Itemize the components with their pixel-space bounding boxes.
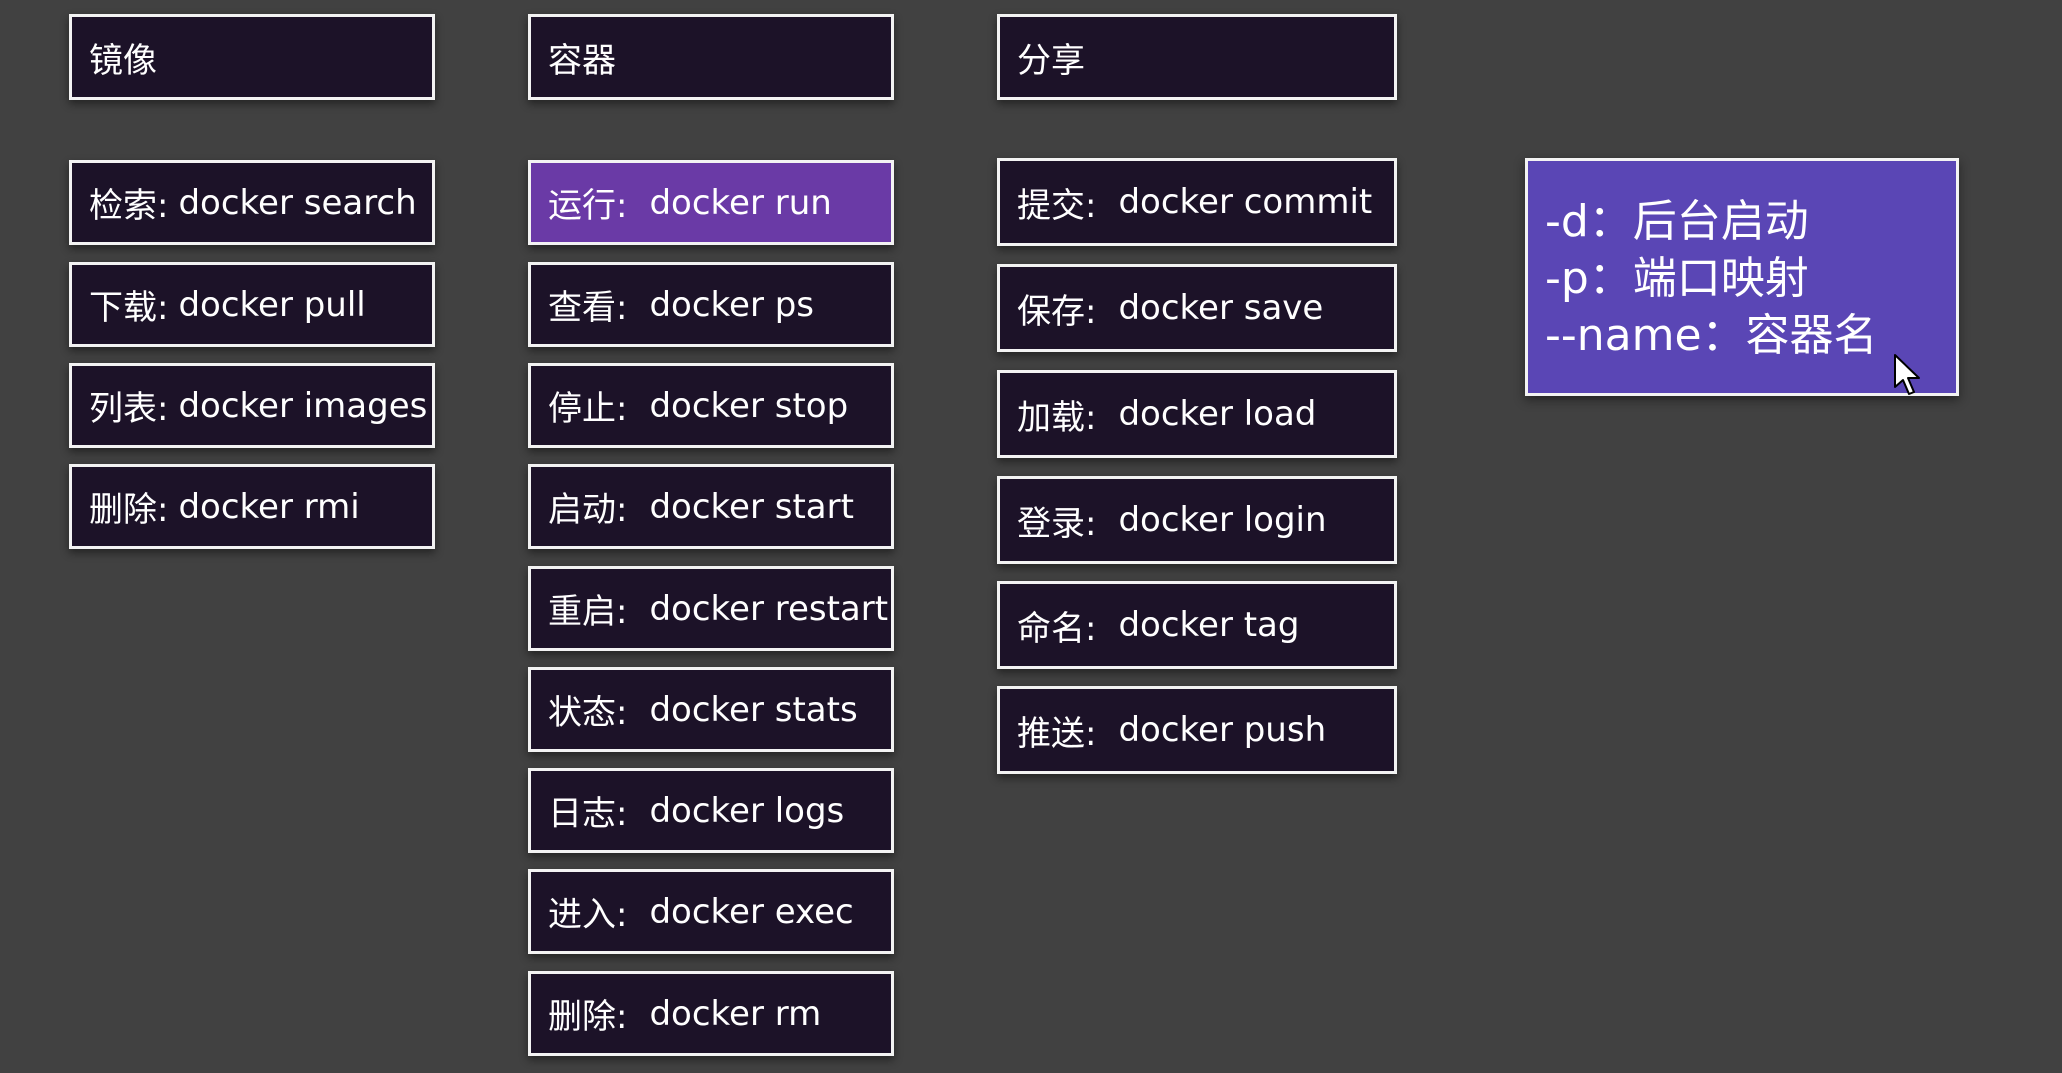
item-label: 运行: bbox=[548, 186, 628, 226]
image-column-header: 镜像 bbox=[69, 14, 435, 100]
note-line-port: -p：端口映射 bbox=[1545, 253, 1809, 304]
item-label: 保存: bbox=[1017, 291, 1097, 332]
container-stop-item[interactable]: 停止: docker stop bbox=[528, 363, 894, 448]
item-label: 删除: bbox=[548, 997, 628, 1037]
container-run-item[interactable]: 运行: docker run bbox=[528, 160, 894, 245]
note-line-detach: -d：后台启动 bbox=[1545, 196, 1809, 247]
item-command: docker stop bbox=[649, 385, 849, 426]
item-label: 日志: bbox=[548, 794, 628, 834]
container-column-header: 容器 bbox=[528, 14, 894, 100]
item-label: 列表: bbox=[89, 389, 169, 429]
item-command: docker push bbox=[1118, 710, 1327, 750]
share-load-item[interactable]: 加载: docker load bbox=[997, 370, 1397, 458]
share-save-item[interactable]: 保存: docker save bbox=[997, 264, 1397, 352]
item-label: 下载: bbox=[89, 288, 169, 328]
share-push-item[interactable]: 推送: docker push bbox=[997, 686, 1397, 774]
item-command: docker tag bbox=[1118, 605, 1300, 645]
item-label: 启动: bbox=[548, 490, 628, 530]
mouse-pointer-icon bbox=[1894, 354, 1920, 395]
item-command: docker load bbox=[1118, 394, 1317, 434]
item-command: docker ps bbox=[649, 284, 815, 325]
item-label: 查看: bbox=[548, 288, 628, 328]
item-label: 停止: bbox=[548, 389, 628, 429]
item-command: docker rmi bbox=[178, 486, 360, 527]
item-command: docker rm bbox=[649, 993, 822, 1034]
image-search-item[interactable]: 检索: docker search bbox=[69, 160, 435, 245]
item-command: docker pull bbox=[178, 284, 366, 325]
container-remove-item[interactable]: 删除: docker rm bbox=[528, 971, 894, 1056]
item-command: docker save bbox=[1118, 288, 1324, 328]
item-command: docker commit bbox=[1118, 182, 1373, 222]
item-command: docker search bbox=[178, 182, 417, 223]
item-command: docker start bbox=[649, 486, 854, 527]
item-label: 状态: bbox=[548, 693, 628, 733]
item-label: 提交: bbox=[1017, 185, 1097, 226]
share-commit-item[interactable]: 提交: docker commit bbox=[997, 158, 1397, 246]
item-label: 重启: bbox=[548, 592, 628, 632]
item-command: docker restart bbox=[649, 588, 889, 629]
item-label: 检索: bbox=[89, 186, 169, 226]
item-label: 推送: bbox=[1017, 713, 1097, 754]
item-label: 进入: bbox=[548, 895, 628, 935]
item-command: docker images bbox=[178, 385, 428, 426]
share-login-item[interactable]: 登录: docker login bbox=[997, 476, 1397, 564]
container-start-item[interactable]: 启动: docker start bbox=[528, 464, 894, 549]
item-label: 删除: bbox=[89, 490, 169, 530]
container-logs-item[interactable]: 日志: docker logs bbox=[528, 768, 894, 853]
item-label: 加载: bbox=[1017, 397, 1097, 438]
container-restart-item[interactable]: 重启: docker restart bbox=[528, 566, 894, 651]
item-label: 登录: bbox=[1017, 503, 1097, 544]
image-remove-item[interactable]: 删除: docker rmi bbox=[69, 464, 435, 549]
item-command: docker exec bbox=[649, 891, 854, 932]
item-command: docker stats bbox=[649, 689, 858, 730]
container-stats-item[interactable]: 状态: docker stats bbox=[528, 667, 894, 752]
item-command: docker login bbox=[1118, 500, 1327, 540]
container-ps-item[interactable]: 查看: docker ps bbox=[528, 262, 894, 347]
share-tag-item[interactable]: 命名: docker tag bbox=[997, 581, 1397, 669]
image-list-item[interactable]: 列表: docker images bbox=[69, 363, 435, 448]
item-command: docker run bbox=[649, 182, 832, 223]
item-label: 命名: bbox=[1017, 608, 1097, 649]
image-pull-item[interactable]: 下载: docker pull bbox=[69, 262, 435, 347]
share-column-header: 分享 bbox=[997, 14, 1397, 100]
container-exec-item[interactable]: 进入: docker exec bbox=[528, 869, 894, 954]
item-command: docker logs bbox=[649, 790, 845, 831]
